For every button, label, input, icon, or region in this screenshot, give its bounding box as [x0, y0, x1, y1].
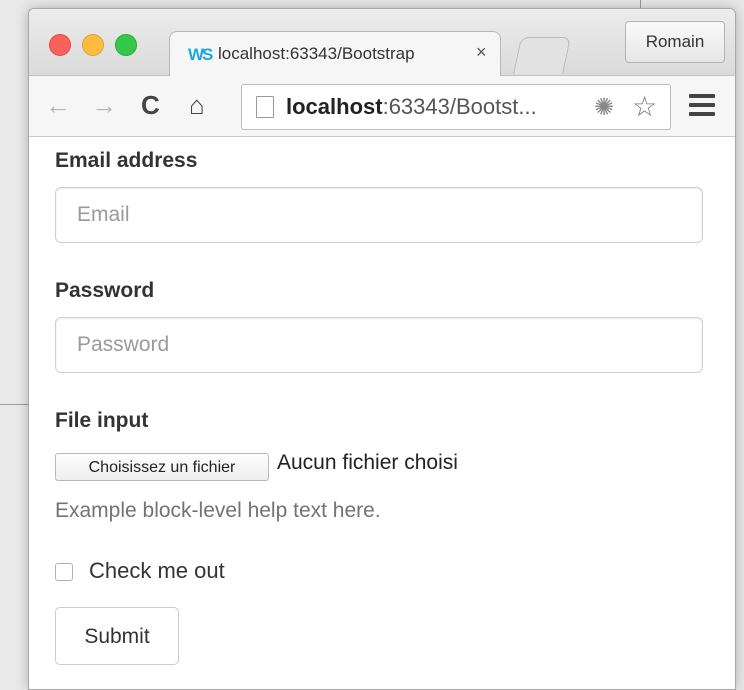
tab-close-icon[interactable]: × [476, 42, 487, 63]
check-me-out-checkbox[interactable] [55, 563, 73, 581]
password-field[interactable] [55, 317, 703, 373]
email-field[interactable] [55, 187, 703, 243]
file-input-label: File input [55, 409, 149, 432]
choose-file-button[interactable]: Choisissez un fichier [55, 453, 269, 481]
page-icon [256, 96, 274, 118]
webstorm-favicon-icon: WS [188, 45, 213, 64]
desktop-line [0, 404, 28, 405]
profile-button[interactable]: Romain [625, 21, 725, 63]
checkbox-label[interactable]: Check me out [89, 558, 225, 584]
home-icon[interactable]: ⌂ [189, 90, 205, 120]
file-status-text: Aucun fichier choisi [277, 451, 458, 474]
submit-button[interactable]: Submit [55, 607, 179, 665]
password-label: Password [55, 279, 155, 302]
star-icon[interactable]: ☆ [632, 90, 657, 123]
new-tab-button[interactable] [513, 37, 571, 74]
extension-icon[interactable]: ✺ [594, 93, 614, 122]
forward-arrow-icon[interactable]: → [91, 90, 117, 120]
minimize-window-button[interactable] [82, 34, 104, 56]
tab-title: localhost:63343/Bootstrap [218, 44, 415, 63]
browser-toolbar: ← → C ⌂ localhost:63343/Bootst... ✺ ☆ [29, 76, 735, 137]
zoom-window-button[interactable] [115, 34, 137, 56]
help-text: Example block-level help text here. [55, 499, 381, 522]
back-arrow-icon[interactable]: ← [45, 90, 71, 120]
desktop-line [640, 0, 641, 8]
page-content: Email address Password File input Choisi… [29, 137, 735, 689]
email-label: Email address [55, 149, 198, 172]
browser-window: WS localhost:63343/Bootstrap × Romain ← … [28, 8, 736, 690]
browser-tab[interactable]: WS localhost:63343/Bootstrap × [169, 31, 501, 77]
title-bar: WS localhost:63343/Bootstrap × Romain [29, 9, 735, 77]
address-bar[interactable]: localhost:63343/Bootst... ✺ ☆ [241, 84, 671, 130]
hamburger-menu-icon[interactable] [689, 94, 715, 121]
close-window-button[interactable] [49, 34, 71, 56]
url-text[interactable]: localhost:63343/Bootst... [286, 94, 582, 120]
reload-icon[interactable]: C [141, 90, 160, 120]
